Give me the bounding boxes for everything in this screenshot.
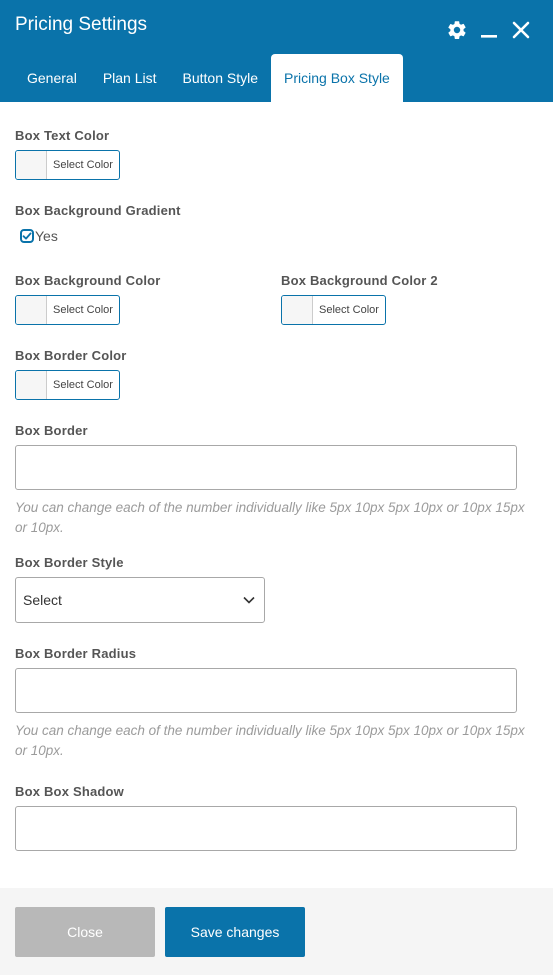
box-background-color-picker[interactable]: Select Color (15, 295, 120, 325)
select-color-label: Select Color (53, 304, 113, 316)
dialog-footer: Close Save changes (0, 888, 553, 975)
header-controls (445, 18, 533, 42)
box-text-color-picker[interactable]: Select Color (15, 150, 120, 180)
tab-general[interactable]: General (14, 54, 90, 102)
gradient-checkbox[interactable] (20, 229, 34, 243)
box-border-input[interactable] (15, 445, 517, 490)
chevron-down-icon (243, 596, 255, 604)
box-background-color-label: Box Background Color (15, 273, 161, 288)
tab-button-style[interactable]: Button Style (170, 54, 272, 102)
select-value: Select (23, 592, 62, 608)
box-background-gradient-label: Box Background Gradient (15, 203, 181, 218)
box-background-color-2-label: Box Background Color 2 (281, 273, 438, 288)
color-swatch (282, 296, 313, 324)
dialog-header: Pricing Settings General Plan List Butto… (0, 0, 553, 102)
color-swatch (16, 296, 47, 324)
select-color-label: Select Color (53, 159, 113, 171)
color-swatch (16, 371, 47, 399)
box-border-color-label: Box Border Color (15, 348, 127, 363)
close-icon[interactable] (509, 18, 533, 42)
tab-pricing-box-style[interactable]: Pricing Box Style (271, 54, 403, 102)
minimize-icon[interactable] (477, 18, 501, 42)
box-box-shadow-label: Box Box Shadow (15, 784, 124, 799)
box-border-color-picker[interactable]: Select Color (15, 370, 120, 400)
dialog-title: Pricing Settings (15, 14, 148, 35)
settings-form: Box Text Color Select Color Box Backgrou… (0, 102, 553, 888)
box-border-help: You can change each of the number indivi… (15, 500, 525, 535)
box-background-color-2-picker[interactable]: Select Color (281, 295, 386, 325)
box-border-radius-help: You can change each of the number indivi… (15, 723, 525, 758)
box-border-radius-input[interactable] (15, 668, 517, 713)
checkmark-icon (22, 232, 32, 240)
tab-plan-list[interactable]: Plan List (90, 54, 170, 102)
close-button[interactable]: Close (15, 907, 155, 957)
box-border-radius-label: Box Border Radius (15, 646, 137, 661)
box-border-style-select[interactable]: Select (15, 577, 265, 623)
box-border-style-label: Box Border Style (15, 555, 124, 570)
box-border-label: Box Border (15, 423, 88, 438)
box-box-shadow-input[interactable] (15, 806, 517, 851)
save-changes-button[interactable]: Save changes (165, 907, 305, 957)
color-swatch (16, 151, 47, 179)
select-color-label: Select Color (319, 304, 379, 316)
box-text-color-label: Box Text Color (15, 128, 110, 143)
select-color-label: Select Color (53, 379, 113, 391)
tab-bar: General Plan List Button Style Pricing B… (14, 54, 403, 102)
gear-icon[interactable] (445, 18, 469, 42)
gradient-yes-label: Yes (35, 228, 58, 244)
